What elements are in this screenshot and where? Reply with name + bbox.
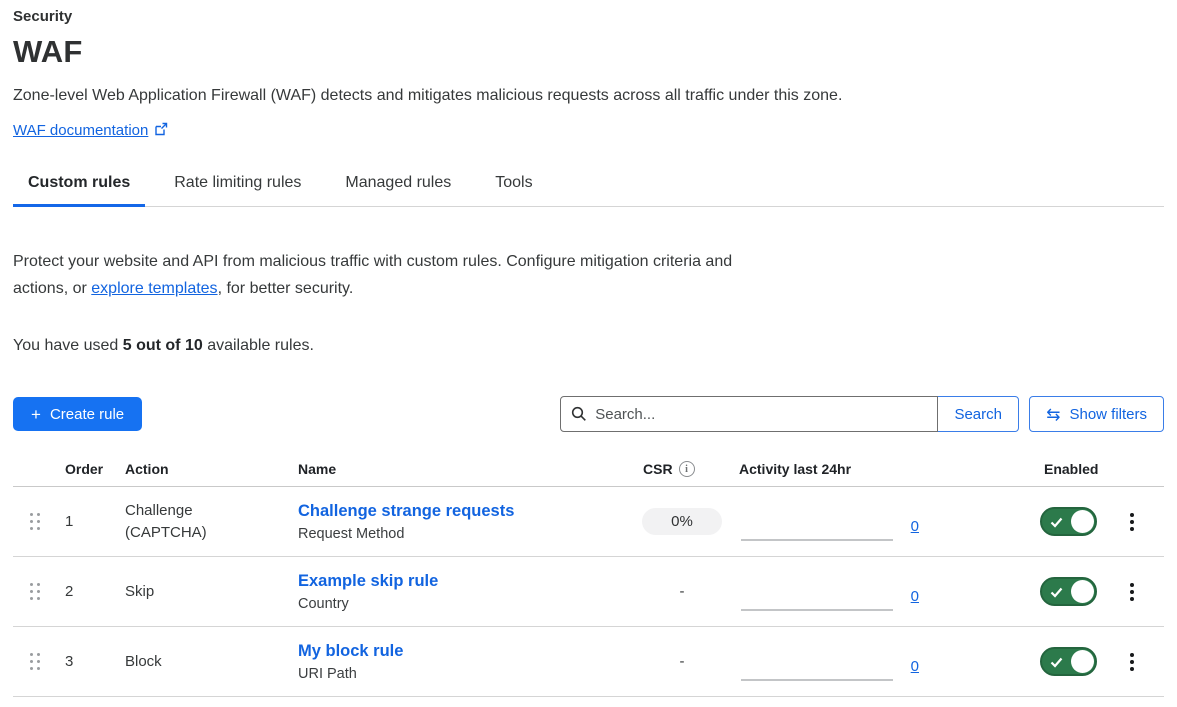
tab-managed-rules[interactable]: Managed rules (330, 168, 466, 206)
table-row: 1 Challenge (CAPTCHA) Challenge strange … (13, 487, 1164, 557)
enabled-toggle[interactable] (1040, 507, 1097, 536)
enabled-toggle[interactable] (1040, 647, 1097, 676)
waf-page: Security WAF Zone-level Web Application … (0, 0, 1177, 697)
row-menu-icon[interactable] (1122, 579, 1142, 605)
rule-name-cell: My block rule URI Path (298, 642, 637, 682)
tab-tools[interactable]: Tools (480, 168, 547, 206)
rule-name-link[interactable]: Example skip rule (298, 572, 438, 590)
csr-empty: - (680, 583, 685, 600)
usage-prefix: You have used (13, 337, 123, 354)
search-filter-group: Search ⇆ Show filters (560, 396, 1164, 432)
toggle-knob (1071, 580, 1094, 603)
external-link-icon (154, 122, 168, 141)
rule-name-cell: Example skip rule Country (298, 572, 637, 612)
activity-sparkline (741, 609, 893, 611)
drag-handle-icon[interactable] (13, 513, 65, 530)
table-header-row: Order Action Name CSR i Activity last 24… (13, 461, 1164, 487)
table-row: 2 Skip Example skip rule Country - 0 (13, 557, 1164, 627)
activity-sparkline (741, 679, 893, 681)
rules-table: Order Action Name CSR i Activity last 24… (13, 461, 1164, 697)
check-icon (1050, 517, 1063, 528)
filters-icon: ⇆ (1046, 406, 1060, 423)
rule-name-cell: Challenge strange requests Request Metho… (298, 502, 637, 542)
rule-enabled-cell (1030, 647, 1110, 676)
doc-link-row: WAF documentation (13, 120, 1164, 141)
csr-badge: 0% (642, 508, 722, 535)
search-button[interactable]: Search (937, 396, 1019, 432)
page-title: WAF (13, 34, 1164, 70)
breadcrumb-security: Security (13, 8, 1164, 25)
waf-tabs: Custom rules Rate limiting rules Managed… (13, 168, 1164, 207)
header-order: Order (65, 461, 125, 477)
rule-order: 2 (65, 583, 125, 600)
show-filters-label: Show filters (1069, 406, 1147, 423)
activity-sparkline (741, 539, 893, 541)
rule-field: Request Method (298, 526, 637, 542)
rule-name-link[interactable]: Challenge strange requests (298, 502, 514, 520)
search-wrap (560, 396, 938, 432)
header-name: Name (298, 461, 637, 477)
row-menu-icon[interactable] (1122, 509, 1142, 535)
page-description: Zone-level Web Application Firewall (WAF… (13, 87, 1164, 105)
rule-enabled-cell (1030, 577, 1110, 606)
toggle-knob (1071, 650, 1094, 673)
rule-order: 3 (65, 653, 125, 670)
toolbar: + Create rule Search ⇆ Show filters (13, 396, 1164, 432)
drag-handle-icon[interactable] (13, 583, 65, 600)
rule-enabled-cell (1030, 507, 1110, 536)
activity-count-link[interactable]: 0 (911, 518, 919, 535)
rule-name-link[interactable]: My block rule (298, 642, 403, 660)
rule-csr: 0% (637, 508, 727, 535)
activity-count-link[interactable]: 0 (911, 588, 919, 605)
table-row: 3 Block My block rule URI Path - 0 (13, 627, 1164, 697)
header-csr: CSR i (637, 461, 727, 477)
rule-activity: 0 (727, 557, 937, 626)
usage-count: 5 out of 10 (123, 337, 203, 354)
search-icon (571, 406, 587, 422)
header-action: Action (125, 461, 298, 477)
toggle-knob (1071, 510, 1094, 533)
info-icon[interactable]: i (679, 461, 695, 477)
create-rule-label: Create rule (50, 406, 124, 423)
check-icon (1050, 587, 1063, 598)
rule-field: Country (298, 596, 637, 612)
usage-suffix: available rules. (203, 337, 314, 354)
create-rule-button[interactable]: + Create rule (13, 397, 142, 431)
rule-csr: - (637, 583, 727, 601)
rule-activity: 0 (727, 487, 937, 556)
rule-csr: - (637, 653, 727, 671)
tab-custom-rules[interactable]: Custom rules (13, 168, 145, 206)
plus-icon: + (31, 406, 41, 423)
header-csr-label: CSR (643, 461, 673, 477)
rule-action: Challenge (CAPTCHA) (125, 500, 237, 544)
rule-field: URI Path (298, 666, 637, 682)
search-input[interactable] (560, 396, 938, 432)
usage-summary: You have used 5 out of 10 available rule… (13, 337, 1164, 355)
row-menu-icon[interactable] (1122, 649, 1142, 675)
csr-empty: - (680, 653, 685, 670)
rule-activity: 0 (727, 627, 937, 696)
header-activity: Activity last 24hr (727, 461, 937, 477)
rule-action: Block (125, 651, 237, 673)
enabled-toggle[interactable] (1040, 577, 1097, 606)
intro-paragraph: Protect your website and API from malici… (13, 248, 755, 302)
check-icon (1050, 657, 1063, 668)
rule-order: 1 (65, 513, 125, 530)
rule-action: Skip (125, 581, 237, 603)
drag-handle-icon[interactable] (13, 653, 65, 670)
waf-documentation-link[interactable]: WAF documentation (13, 122, 148, 139)
intro-text-after: , for better security. (218, 280, 354, 297)
tab-rate-limiting-rules[interactable]: Rate limiting rules (159, 168, 316, 206)
explore-templates-link[interactable]: explore templates (91, 280, 217, 297)
activity-count-link[interactable]: 0 (911, 658, 919, 675)
show-filters-button[interactable]: ⇆ Show filters (1029, 396, 1164, 432)
header-enabled: Enabled (1030, 461, 1110, 477)
